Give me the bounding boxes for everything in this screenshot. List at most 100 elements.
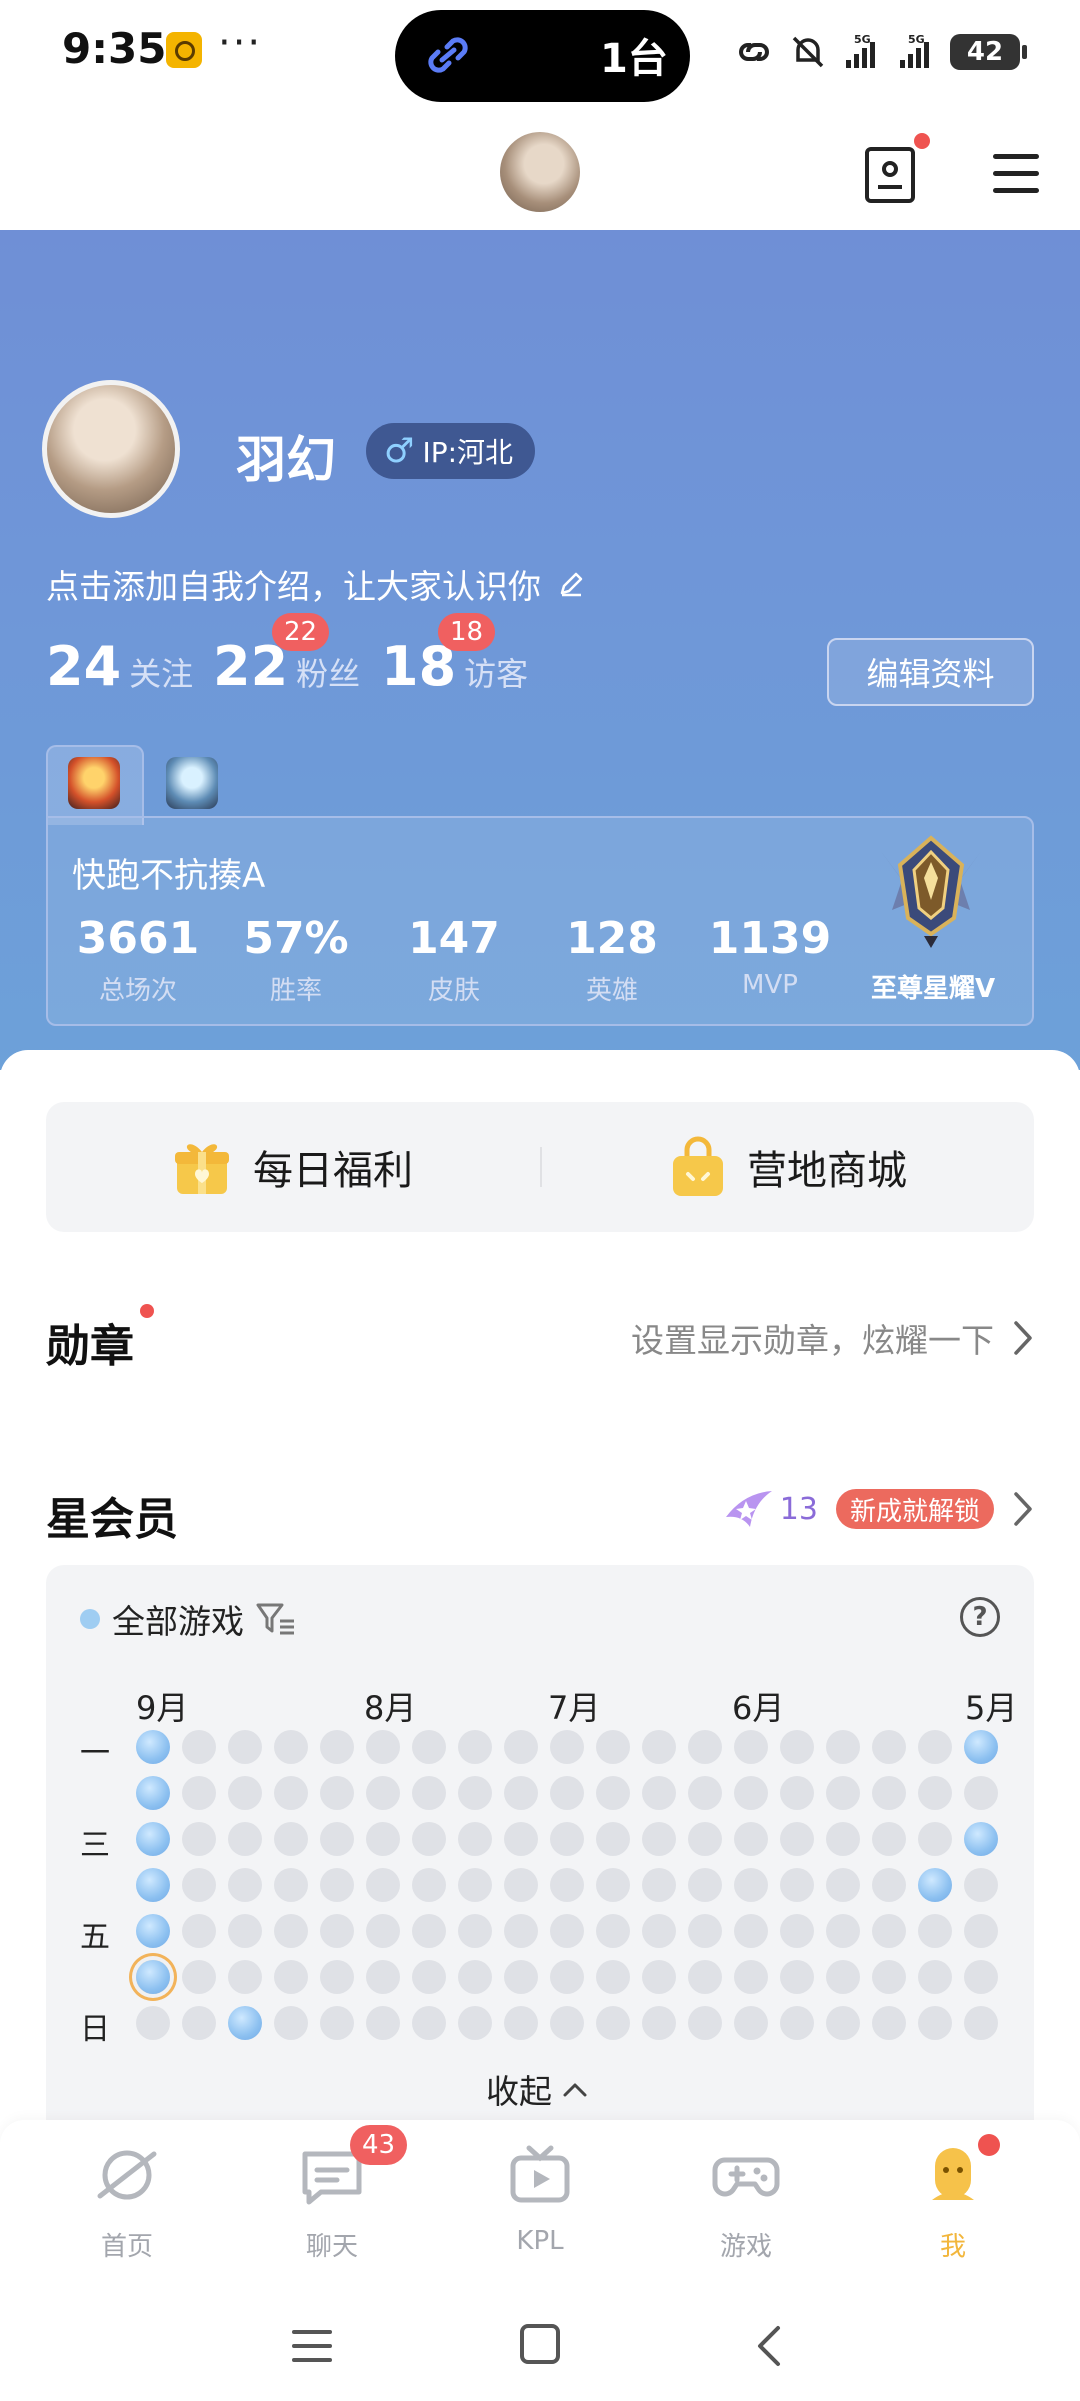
camp-mall-button[interactable]: 营地商城	[669, 1102, 907, 1232]
recent-apps-icon[interactable]	[292, 2326, 332, 2366]
signal-icon-2: 5G	[900, 33, 929, 68]
month-label: 5月	[965, 1689, 1017, 1727]
stat-value: 128	[566, 913, 658, 964]
activity-cell	[412, 1776, 446, 1810]
activity-cell	[412, 1868, 446, 1902]
avatar[interactable]	[42, 380, 180, 518]
edit-profile-button[interactable]: 编辑资料	[827, 638, 1034, 706]
nav-label: 首页	[100, 2232, 153, 2262]
activity-cell	[366, 2006, 400, 2040]
top-avatar[interactable]	[500, 132, 580, 212]
activity-cell	[320, 1868, 354, 1902]
daily-welfare-button[interactable]: 每日福利	[171, 1102, 413, 1232]
star-member-action[interactable]: 13 新成就解锁	[724, 1487, 1034, 1531]
activity-cell	[780, 1822, 814, 1856]
weekday-label: 五	[80, 1920, 110, 1955]
star-member-section[interactable]: 星会员 13 新成就解锁	[46, 1475, 1034, 1545]
username: 羽幻	[236, 431, 336, 489]
stat-label: 英雄	[585, 976, 638, 1006]
activity-cell	[734, 1868, 768, 1902]
collapse-button[interactable]: 收起	[486, 2065, 588, 2113]
stat-value: 147	[408, 913, 500, 964]
gamepad-icon	[712, 2157, 780, 2197]
activity-cell	[918, 1868, 952, 1902]
activity-cell	[274, 1960, 308, 1994]
badges-section[interactable]: 勋章 设置显示勋章，炫耀一下	[46, 1302, 1034, 1372]
nav-label: 我	[939, 2232, 966, 2262]
vip-level-badge: 13	[724, 1487, 818, 1531]
back-icon[interactable]	[750, 2324, 790, 2368]
activity-cell	[182, 1776, 216, 1810]
svg-text:5G: 5G	[908, 33, 925, 46]
filter-icon	[256, 1603, 294, 1635]
activity-cell	[642, 1868, 676, 1902]
daily-welfare-label: 每日福利	[253, 1148, 413, 1194]
activity-cell	[136, 1868, 170, 1902]
activity-cell	[642, 1960, 676, 1994]
badges-title: 勋章	[46, 1321, 134, 1372]
month-label: 6月	[732, 1689, 785, 1727]
activity-cell	[550, 1868, 584, 1902]
activity-cell	[734, 1960, 768, 1994]
activity-cell	[504, 1914, 538, 1948]
activity-cell	[274, 1730, 308, 1764]
activity-cell	[182, 1730, 216, 1764]
activity-cell	[274, 1914, 308, 1948]
activity-cell	[320, 1960, 354, 1994]
player-name: 快跑不抗揍A	[72, 856, 266, 896]
activity-cell	[136, 2006, 170, 2040]
stat-label: 总场次	[98, 976, 177, 1006]
nav-item-kpl[interactable]: KPL	[470, 2140, 610, 2256]
activity-cell	[504, 1776, 538, 1810]
activity-cell	[826, 1776, 860, 1810]
me-notification-dot	[978, 2134, 1000, 2156]
activity-cell	[642, 2006, 676, 2040]
intro-prompt[interactable]: 点击添加自我介绍，让大家认识你	[46, 560, 587, 608]
activity-cell	[872, 1776, 906, 1810]
status-icons: 5G 5G 42	[734, 28, 1027, 76]
activity-cell	[458, 1822, 492, 1856]
notification-dot	[914, 133, 930, 149]
following-stat[interactable]: 24 关注	[46, 635, 193, 698]
activity-cell	[228, 1776, 262, 1810]
menu-icon[interactable]	[993, 152, 1039, 196]
activity-cell	[918, 1730, 952, 1764]
svg-text:5G: 5G	[854, 33, 871, 46]
activity-cell	[872, 1730, 906, 1764]
game-record-card[interactable]: 快跑不抗揍A 3661 总场次 57% 胜率 147 皮肤 128 英雄 113…	[46, 816, 1034, 1026]
activity-cell	[458, 1914, 492, 1948]
link-icon	[428, 37, 468, 73]
activity-cell	[964, 1776, 998, 1810]
activity-cell	[872, 1868, 906, 1902]
activity-cell	[642, 1730, 676, 1764]
ip-label: IP:河北	[422, 436, 514, 469]
activity-cell	[872, 1960, 906, 1994]
camp-mall-label: 营地商城	[747, 1148, 907, 1194]
honor-of-kings-icon[interactable]	[68, 757, 120, 809]
badges-action[interactable]: 设置显示勋章，炫耀一下	[631, 1314, 1034, 1362]
second-game-icon[interactable]	[166, 757, 218, 809]
nav-item-home[interactable]: 首页	[57, 2140, 197, 2263]
following-label: 关注	[129, 655, 194, 693]
ip-badge: ♂ IP:河北	[366, 423, 536, 479]
activity-cell	[458, 1960, 492, 1994]
activity-cell	[780, 1730, 814, 1764]
activity-cell	[458, 1868, 492, 1902]
help-icon[interactable]: ?	[960, 1597, 1000, 1637]
id-card-icon[interactable]	[865, 147, 915, 203]
activity-cell	[734, 1822, 768, 1856]
activity-cell	[366, 1822, 400, 1856]
home-icon[interactable]	[520, 2324, 560, 2364]
collapse-label: 收起	[486, 2072, 552, 2111]
activity-cell	[734, 1730, 768, 1764]
game-filter[interactable]: 全部游戏	[80, 1595, 296, 1643]
activity-cell	[504, 2006, 538, 2040]
activity-cell	[688, 1960, 722, 1994]
nav-item-games[interactable]: 游戏	[676, 2140, 816, 2263]
activity-cell	[872, 1822, 906, 1856]
activity-cell	[320, 1914, 354, 1948]
activity-cell	[780, 1776, 814, 1810]
chevron-right-icon	[1014, 1321, 1032, 1355]
nav-item-me[interactable]: 我	[883, 2140, 1023, 2263]
activity-cell	[596, 1776, 630, 1810]
